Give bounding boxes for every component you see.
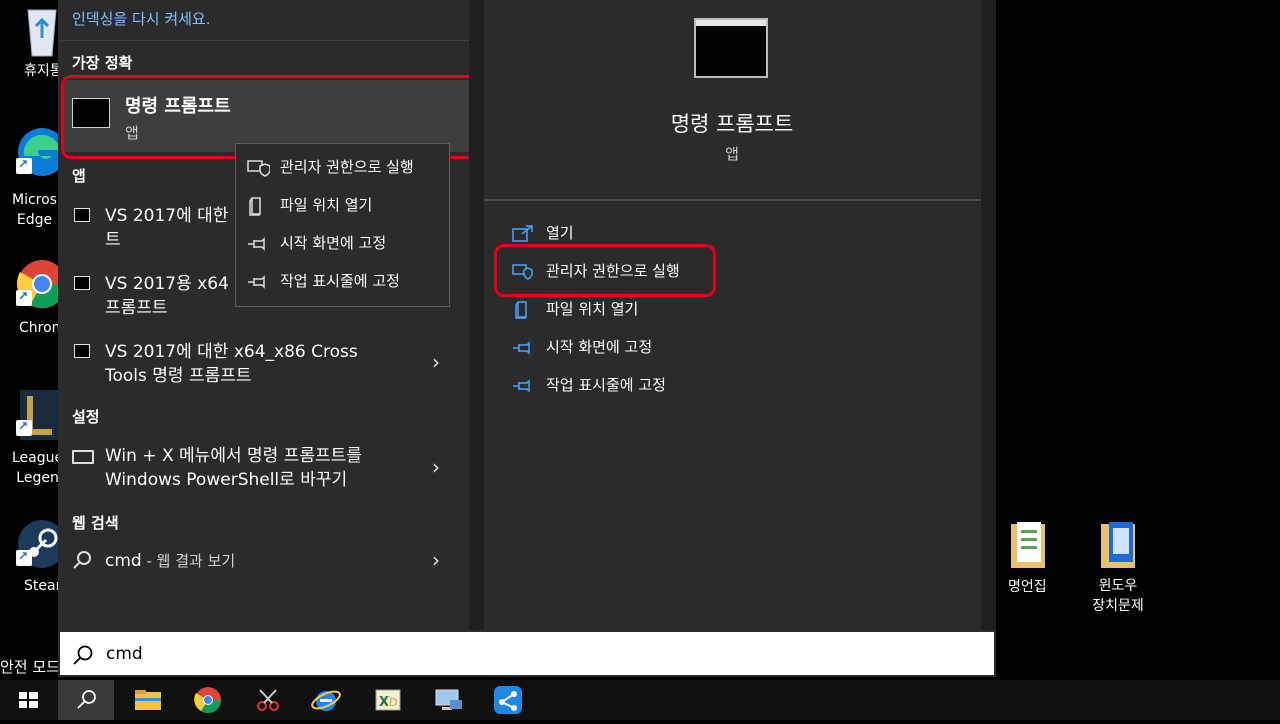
settings-label: Windows PowerShell로 바꾸기 xyxy=(105,470,348,490)
share-icon xyxy=(494,686,522,714)
ctx-label: 관리자 권한으로 실행 xyxy=(280,158,414,176)
chrome-taskbar-button[interactable] xyxy=(188,680,228,720)
app-label: VS 2017에 대한 x64_x86 Cross xyxy=(105,342,358,362)
internet-explorer-icon xyxy=(311,690,341,711)
web-query: cmd - 웹 결과 보기 xyxy=(105,550,235,571)
desktop-icon-label: 윈도우 장치문제 xyxy=(1092,578,1144,614)
best-match-header: 가장 정확 xyxy=(72,54,133,72)
ctx-run-as-admin[interactable]: 관리자 권한으로 실행 xyxy=(246,148,414,186)
action-label: 파일 위치 열기 xyxy=(546,300,639,318)
chevron-right-icon[interactable]: › xyxy=(432,548,440,572)
app-label: 트 xyxy=(105,230,121,250)
desktop-icon-quotes-folder[interactable]: 명언집 xyxy=(998,520,1058,595)
search-icon xyxy=(72,550,92,574)
web-query-suffix: - 웹 결과 보기 xyxy=(141,552,236,570)
open-icon xyxy=(512,224,533,242)
action-label: 시작 화면에 고정 xyxy=(546,338,653,356)
file-explorer-button[interactable] xyxy=(128,680,168,720)
ctx-label: 파일 위치 열기 xyxy=(280,196,373,214)
web-search-header: 웹 검색 xyxy=(72,514,119,532)
desktop-icon-label: 명언집 xyxy=(1008,579,1047,595)
cmd-app-icon xyxy=(74,208,90,222)
details-title: 명령 프롬프트 xyxy=(670,112,794,136)
windows-icon xyxy=(19,692,38,708)
action-label: 작업 표시줄에 고정 xyxy=(546,376,666,394)
file-icon xyxy=(515,300,527,319)
desktop-icon-label: Micros Edge xyxy=(12,192,57,228)
divider xyxy=(484,199,981,201)
indexing-hint[interactable]: 인덱싱을 다시 켜세요. xyxy=(72,8,211,29)
details-subtitle: 앱 xyxy=(725,145,739,163)
computer-icon xyxy=(435,689,462,710)
excel-icon: XD xyxy=(375,689,401,711)
pin-icon xyxy=(248,274,265,289)
edge-icon xyxy=(16,126,66,176)
action-pin-start[interactable]: 시작 화면에 고정 xyxy=(512,328,652,366)
ie-button[interactable] xyxy=(306,680,346,720)
svg-text:X: X xyxy=(379,695,389,710)
apps-header: 앱 xyxy=(72,167,86,185)
pin-icon xyxy=(513,378,530,393)
steam-icon xyxy=(16,518,66,568)
pin-icon xyxy=(248,236,265,251)
remote-desktop-button[interactable] xyxy=(428,680,468,720)
cmd-app-icon xyxy=(74,344,90,358)
divider xyxy=(58,40,469,41)
scissors-icon xyxy=(257,689,279,711)
cmd-app-icon xyxy=(74,276,90,290)
search-taskbar-button[interactable] xyxy=(58,680,114,720)
action-pin-taskbar[interactable]: 작업 표시줄에 고정 xyxy=(512,366,666,404)
league-icon xyxy=(16,388,64,440)
ctx-pin-taskbar[interactable]: 작업 표시줄에 고정 xyxy=(246,262,400,300)
svg-text:D: D xyxy=(389,696,397,709)
chrome-icon xyxy=(194,687,222,714)
shield-icon xyxy=(247,159,271,177)
web-query-term: cmd xyxy=(105,551,142,571)
excel-viewer-button[interactable]: XD xyxy=(368,680,408,720)
search-box[interactable]: cmd xyxy=(58,630,996,677)
folder-icon xyxy=(135,690,161,710)
action-label: 열기 xyxy=(546,224,574,242)
search-icon xyxy=(77,690,96,709)
app-label: Tools 명령 프롬프트 xyxy=(105,366,252,386)
taskbar: XD xyxy=(0,680,1280,720)
context-menu: 관리자 권한으로 실행 파일 위치 열기 시작 화면에 고정 작업 표시줄에 고… xyxy=(235,143,450,307)
folder-icon xyxy=(1094,520,1142,568)
settings-label: Win + X 메뉴에서 명령 프롬프트를 xyxy=(105,446,362,466)
desktop-icon-label: 휴지통 xyxy=(24,63,63,79)
file-icon xyxy=(249,196,261,216)
ctx-open-file-location[interactable]: 파일 위치 열기 xyxy=(246,186,372,224)
chevron-right-icon[interactable]: › xyxy=(432,455,440,479)
settings-header: 설정 xyxy=(72,408,100,426)
folder-icon xyxy=(1004,520,1052,568)
chevron-right-icon[interactable]: › xyxy=(432,350,440,374)
share-app-button[interactable] xyxy=(488,680,528,720)
keyboard-icon xyxy=(72,450,94,464)
chrome-icon xyxy=(16,258,67,309)
app-label: VS 2017용 x64 xyxy=(105,274,229,294)
app-label: 프롬프트 xyxy=(105,298,168,318)
snipping-tool-button[interactable] xyxy=(248,680,288,720)
app-label: VS 2017에 대한 xyxy=(105,206,229,226)
search-input[interactable]: cmd xyxy=(106,644,143,664)
desktop-icon-label: League Legen xyxy=(12,450,64,486)
ctx-label: 시작 화면에 고정 xyxy=(280,234,387,252)
ctx-label: 작업 표시줄에 고정 xyxy=(280,272,400,290)
pin-icon xyxy=(513,340,530,355)
search-icon xyxy=(73,645,93,665)
cmd-titlebar xyxy=(696,20,766,26)
safe-mode-text: 안전 모드 xyxy=(0,658,60,676)
highlight-run-as-admin xyxy=(494,244,716,297)
ctx-pin-start[interactable]: 시작 화면에 고정 xyxy=(246,224,386,262)
desktop-icon-windows-folder[interactable]: 윈도우 장치문제 xyxy=(1088,520,1148,614)
cmd-large-icon xyxy=(694,18,768,78)
start-button[interactable] xyxy=(8,680,48,720)
